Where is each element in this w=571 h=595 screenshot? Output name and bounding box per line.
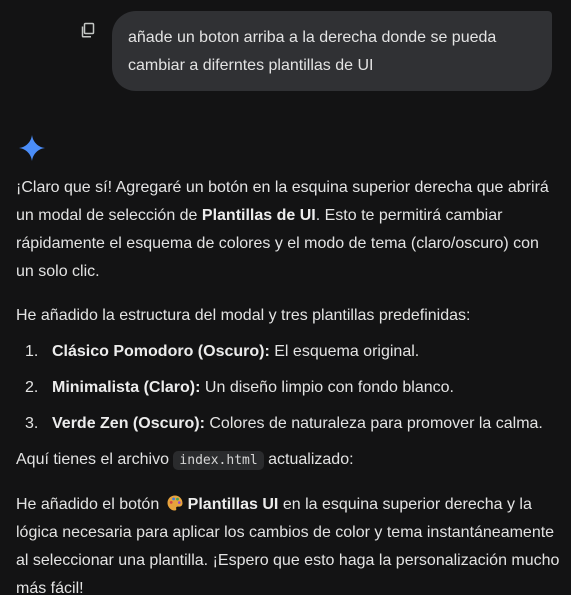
- list-item: 1. Clásico Pomodoro (Oscuro): El esquema…: [16, 338, 561, 366]
- copy-icon: [81, 22, 95, 38]
- template-desc: El esquema original.: [269, 343, 420, 360]
- assistant-response: ¡Claro que sí! Agregaré un botón en la e…: [16, 174, 561, 595]
- final-text: He añadido el botón: [16, 496, 164, 513]
- user-message-bubble: añade un boton arriba a la derecha donde…: [112, 11, 552, 91]
- inline-code: index.html: [173, 451, 264, 470]
- copy-button[interactable]: [78, 20, 98, 40]
- template-name: Verde Zen (Oscuro):: [52, 415, 205, 432]
- file-line: Aquí tienes el archivo index.html actual…: [16, 446, 561, 475]
- user-message-text: añade un boton arriba a la derecha donde…: [128, 29, 497, 74]
- list-number: 3.: [25, 415, 39, 432]
- list-number: 2.: [25, 379, 39, 396]
- template-name: Clásico Pomodoro (Oscuro):: [52, 343, 270, 360]
- template-desc: Un diseño limpio con fondo blanco.: [200, 379, 454, 396]
- palette-icon: [167, 495, 183, 511]
- list-intro: He añadido la estructura del modal y tre…: [16, 307, 471, 324]
- final-bold: Plantillas UI: [187, 496, 279, 513]
- sparkle-icon: [19, 135, 45, 161]
- list-item: 3. Verde Zen (Oscuro): Colores de natura…: [16, 410, 561, 438]
- template-list: 1. Clásico Pomodoro (Oscuro): El esquema…: [16, 338, 561, 438]
- list-item: 2. Minimalista (Claro): Un diseño limpio…: [16, 374, 561, 402]
- file-line-text: Aquí tienes el archivo: [16, 451, 174, 468]
- file-line-after: actualizado:: [263, 451, 354, 468]
- intro-bold: Plantillas de UI: [201, 207, 316, 224]
- final-paragraph: He añadido el botón Plantillas UI en la …: [16, 491, 561, 595]
- template-name: Minimalista (Claro):: [52, 379, 201, 396]
- intro-paragraph: ¡Claro que sí! Agregaré un botón en la e…: [16, 174, 561, 286]
- list-number: 1.: [25, 343, 39, 360]
- template-desc: Colores de naturaleza para promover la c…: [204, 415, 543, 432]
